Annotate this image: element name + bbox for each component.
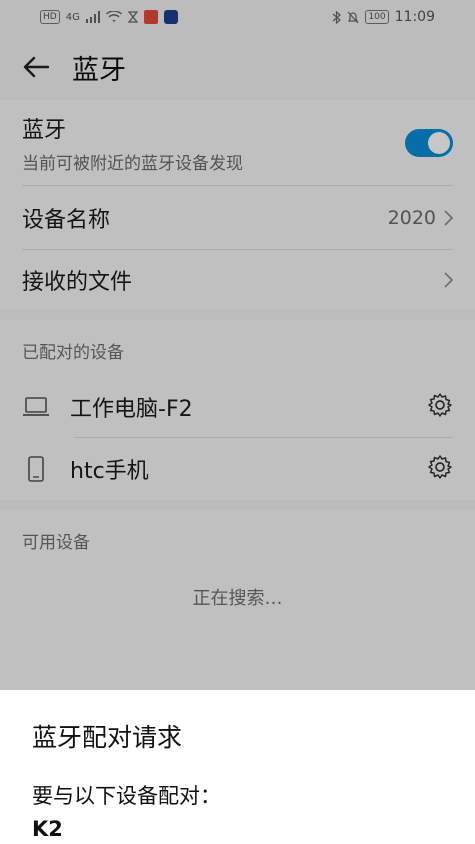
dialog-scrim[interactable] (0, 0, 475, 690)
dialog-message: 要与以下设备配对： (32, 784, 221, 808)
dialog-device-name: K2 (32, 817, 63, 841)
pairing-dialog: 蓝牙配对请求 要与以下设备配对： K2 (0, 690, 475, 844)
dialog-title: 蓝牙配对请求 (32, 723, 183, 752)
